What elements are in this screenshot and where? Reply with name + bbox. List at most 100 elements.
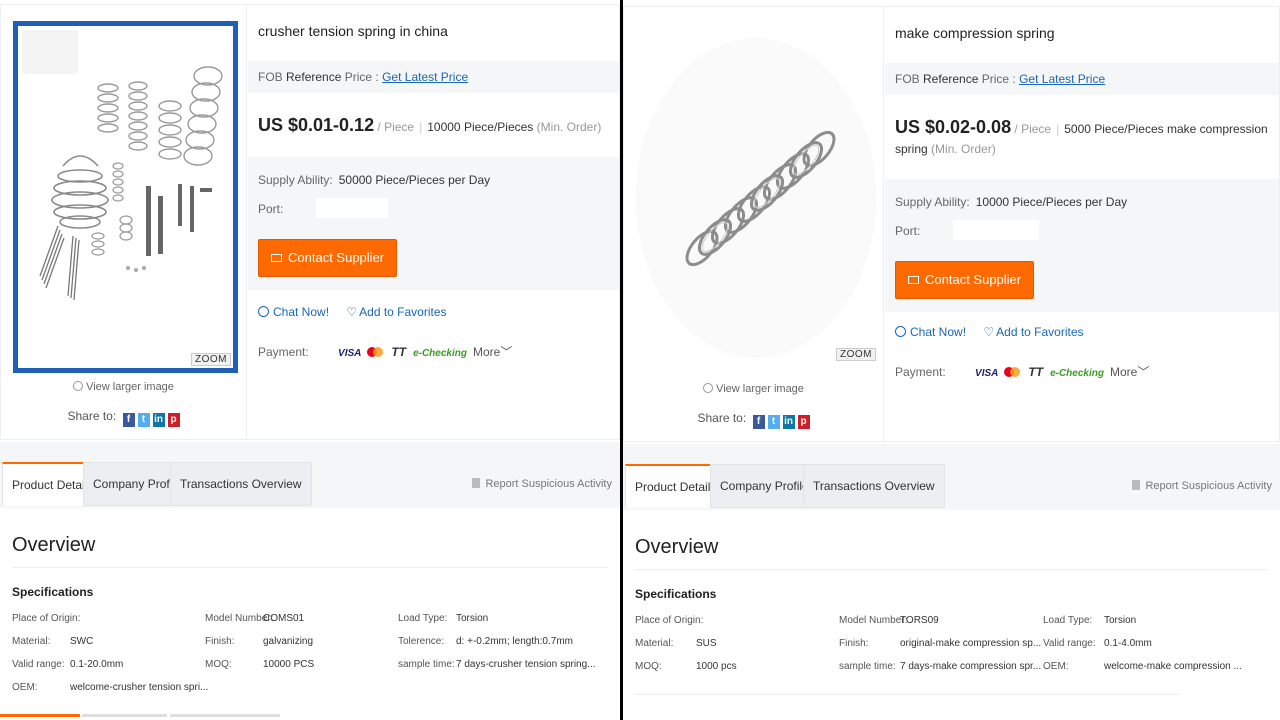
contact-supplier-button[interactable]: Contact Supplier xyxy=(258,239,398,277)
view-larger-link[interactable]: View larger image xyxy=(624,383,883,395)
product-title[interactable]: make compression spring xyxy=(895,25,1055,41)
tab-transactions-overview[interactable]: Transactions Overview xyxy=(803,464,945,508)
spec-oem: OEM: welcome-crusher tension spri... xyxy=(12,682,208,693)
spec-value: Torsion xyxy=(1104,615,1137,626)
tab-transactions-overview[interactable]: Transactions Overview xyxy=(170,462,312,506)
spec-label: Finish: xyxy=(839,638,869,649)
zoom-tag[interactable]: ZOOM xyxy=(836,348,876,361)
magnifier-icon xyxy=(703,383,714,393)
product-summary: ZOOM View larger image Share to: f t in p m… xyxy=(623,6,1280,442)
add-to-favorites-label: Add to Favorites xyxy=(996,325,1084,339)
spec-value: SUS xyxy=(696,638,717,649)
envelope-icon xyxy=(271,254,282,262)
heart-icon: ♡ xyxy=(346,305,358,319)
magnifier-icon xyxy=(73,381,84,391)
payment-label: Payment: xyxy=(258,345,309,359)
spec-label: Valid range: xyxy=(1043,638,1096,649)
product-title[interactable]: crusher tension spring in china xyxy=(258,23,448,39)
fob-price-bar: FOB Reference Price : Get Latest Price xyxy=(885,63,1279,95)
payment-label: Payment: xyxy=(895,365,946,379)
report-suspicious-link[interactable]: Report Suspicious Activity xyxy=(472,478,612,490)
product-image[interactable]: ZOOM xyxy=(636,23,878,363)
chat-now-link[interactable]: Chat Now! xyxy=(258,305,329,319)
spec-label: Finish: xyxy=(205,636,235,647)
echecking-icon: e-Checking xyxy=(413,348,467,359)
product-image[interactable]: ZOOM xyxy=(13,21,238,373)
zoom-tag[interactable]: ZOOM xyxy=(191,353,231,366)
action-links: Chat Now! ♡ Add to Favorites xyxy=(895,325,1084,339)
report-suspicious-link[interactable]: Report Suspicious Activity xyxy=(1132,480,1272,492)
fob-reference: Reference xyxy=(286,70,342,84)
compression-spring-image xyxy=(636,23,878,363)
spec-load-type: Load Type: Torsion xyxy=(398,613,488,624)
chevron-down-icon: ﹀ xyxy=(1137,365,1150,379)
supply-ability: Supply Ability: 10000 Piece/Pieces per Da… xyxy=(895,195,1127,209)
linkedin-icon[interactable]: in xyxy=(782,415,795,429)
spec-value: 7 days-crusher tension spring... xyxy=(456,659,596,670)
product-info: make compression spring FOB Reference Pr… xyxy=(885,7,1279,441)
spec-value: 10000 PCS xyxy=(263,659,315,670)
spec-valid-range: Valid range: 0.1-20.0mm xyxy=(12,659,123,670)
spec-label: Load Type: xyxy=(1043,615,1093,626)
more-payment-button[interactable]: More﹀ xyxy=(473,345,512,359)
fob-price-word: Price : xyxy=(344,70,379,84)
spec-label: Load Type: xyxy=(398,613,448,624)
chat-now-link[interactable]: Chat Now! xyxy=(895,325,966,339)
price-unit: / Piece xyxy=(377,120,415,134)
share-label: Share to: xyxy=(697,411,747,425)
specifications-heading: Specifications xyxy=(12,585,94,599)
spec-model-number: Model Number: COMS01 xyxy=(205,613,304,624)
spec-material: Material: SUS xyxy=(635,638,717,649)
overview-heading: Overview xyxy=(635,536,719,558)
twitter-icon[interactable]: t xyxy=(137,413,150,427)
get-latest-price-link[interactable]: Get Latest Price xyxy=(1019,72,1105,86)
share-bar: Share to: f t in p xyxy=(624,411,883,429)
contact-supplier-label: Contact Supplier xyxy=(288,250,385,265)
share-label: Share to: xyxy=(67,409,117,423)
supply-label: Supply Ability: xyxy=(895,195,970,209)
spec-label: Material: xyxy=(12,636,51,647)
min-order-note: (Min. Order) xyxy=(536,120,602,134)
port-value xyxy=(953,220,1039,240)
spec-value: 7 days-make compression spr... xyxy=(900,661,1042,672)
pinterest-icon[interactable]: p xyxy=(797,415,810,429)
spec-value: 0.1-4.0mm xyxy=(1104,638,1152,649)
twitter-icon[interactable]: t xyxy=(767,415,780,429)
spec-label: Place of Origin: xyxy=(635,615,704,626)
port-label: Port: xyxy=(258,202,284,216)
spec-finish: Finish: galvanizing xyxy=(205,636,313,647)
more-label: More xyxy=(1109,365,1138,379)
payment-methods: Payment: VISA TT e-Checking More﹀ xyxy=(895,363,1149,380)
product-details-content: Overview Specifications Place of Origin:… xyxy=(623,510,1280,720)
spec-value: COMS01 xyxy=(263,613,305,624)
add-to-favorites-link[interactable]: ♡ Add to Favorites xyxy=(332,305,446,319)
report-label: Report Suspicious Activity xyxy=(1145,480,1272,492)
more-payment-button[interactable]: More﹀ xyxy=(1110,365,1149,379)
spec-moq: MOQ: 1000 pcs xyxy=(635,661,737,672)
supply-value: 10000 Piece/Pieces per Day xyxy=(975,195,1128,209)
contact-supplier-button[interactable]: Contact Supplier xyxy=(895,261,1035,299)
spec-label: Material: xyxy=(635,638,674,649)
specifications-heading: Specifications xyxy=(635,587,717,601)
facebook-icon[interactable]: f xyxy=(122,413,135,427)
spec-value: galvanizing xyxy=(263,636,314,647)
payment-methods: Payment: VISA TT e-Checking More﹀ xyxy=(258,343,512,360)
envelope-icon xyxy=(908,276,919,284)
get-latest-price-link[interactable]: Get Latest Price xyxy=(382,70,468,84)
spec-value: welcome-crusher tension spri... xyxy=(70,682,209,693)
add-to-favorites-label: Add to Favorites xyxy=(359,305,447,319)
share-bar: Share to: f t in p xyxy=(1,409,246,427)
facebook-icon[interactable]: f xyxy=(752,415,765,429)
min-order-note: (Min. Order) xyxy=(931,142,996,156)
price-range: US $0.02-0.08 xyxy=(895,117,1012,137)
view-larger-label: View larger image xyxy=(716,383,804,395)
view-larger-link[interactable]: View larger image xyxy=(1,381,246,393)
linkedin-icon[interactable]: in xyxy=(152,413,165,427)
supply-box: Supply Ability: 10000 Piece/Pieces per Da… xyxy=(885,179,1279,312)
pinterest-icon[interactable]: p xyxy=(167,413,180,427)
echecking-icon: e-Checking xyxy=(1050,368,1104,379)
spec-label: sample time: xyxy=(839,661,896,672)
detail-tabs: Product Details Company Profile Transact… xyxy=(623,444,1280,510)
add-to-favorites-link[interactable]: ♡ Add to Favorites xyxy=(969,325,1083,339)
tt-icon: TT xyxy=(1028,365,1044,379)
